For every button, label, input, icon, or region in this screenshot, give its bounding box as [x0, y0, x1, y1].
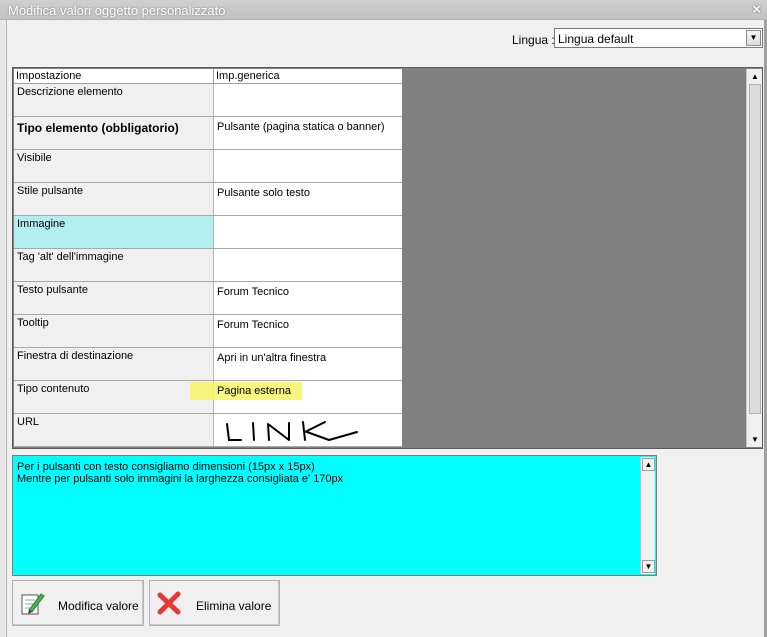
scroll-up-icon[interactable]: ▲ — [642, 458, 655, 471]
table-row[interactable]: Descrizione elemento — [14, 84, 402, 117]
header-impostazione[interactable]: Impostazione — [14, 69, 214, 84]
setting-name: Tooltip — [14, 315, 214, 347]
setting-value[interactable] — [214, 249, 402, 281]
window-title: Modifica valori oggetto personalizzato — [8, 3, 226, 18]
handwritten-link-scribble — [226, 421, 358, 441]
setting-value[interactable]: Pagina esterna — [190, 381, 402, 413]
grid-scrollbar[interactable]: ▲ ▼ — [746, 69, 762, 447]
chevron-down-icon[interactable]: ▼ — [746, 30, 761, 46]
setting-name: URL — [14, 414, 214, 446]
edit-value-button[interactable]: Modifica valore — [12, 580, 144, 626]
grid-header: Impostazione Imp.generica — [14, 69, 402, 84]
table-row[interactable]: Tag 'alt' dell'immagine — [14, 249, 402, 282]
setting-value[interactable] — [214, 150, 402, 182]
hint-line-2: Mentre per pulsanti solo immagini la lar… — [17, 473, 344, 485]
table-row[interactable]: Testo pulsante Forum Tecnico — [14, 282, 402, 315]
setting-value[interactable]: Apri in un'altra finestra — [214, 348, 402, 380]
setting-name: Tipo elemento (obbligatorio) — [14, 117, 214, 149]
setting-name: Finestra di destinazione — [14, 348, 214, 380]
setting-value[interactable] — [214, 414, 402, 446]
close-icon[interactable]: × — [752, 1, 761, 18]
table-row[interactable]: URL — [14, 414, 402, 447]
setting-value[interactable] — [214, 84, 402, 116]
setting-value[interactable] — [214, 216, 402, 248]
hint-textarea[interactable]: Per i pulsanti con testo consigliamo dim… — [12, 455, 657, 576]
edit-value-label: Modifica valore — [58, 599, 139, 613]
setting-value[interactable]: Pulsante solo testo — [214, 183, 402, 215]
setting-name: Immagine — [14, 216, 214, 248]
scroll-down-icon[interactable]: ▼ — [642, 560, 655, 573]
setting-value-text: Pagina esterna — [217, 385, 291, 397]
settings-grid-frame: Impostazione Imp.generica Descrizione el… — [12, 67, 763, 449]
setting-value[interactable]: Pulsante (pagina statica o banner) — [214, 117, 402, 149]
setting-name: Tipo contenuto — [14, 381, 214, 413]
title-bar: Modifica valori oggetto personalizzato × — [0, 0, 767, 20]
table-row[interactable]: Stile pulsante Pulsante solo testo — [14, 183, 402, 216]
left-border — [0, 20, 7, 637]
setting-value[interactable]: Forum Tecnico — [214, 315, 402, 347]
setting-name: Testo pulsante — [14, 282, 214, 314]
table-row[interactable]: Visibile — [14, 150, 402, 183]
table-row-selected[interactable]: Immagine — [14, 216, 402, 249]
table-row[interactable]: Tipo contenuto Pagina esterna — [14, 381, 402, 414]
table-row[interactable]: Finestra di destinazione Apri in un'altr… — [14, 348, 402, 381]
scroll-up-icon[interactable]: ▲ — [748, 70, 762, 83]
setting-name: Descrizione elemento — [14, 84, 214, 116]
setting-name: Visibile — [14, 150, 214, 182]
delete-value-button[interactable]: Elimina valore — [149, 580, 280, 626]
settings-grid: Impostazione Imp.generica Descrizione el… — [14, 69, 402, 447]
setting-name: Stile pulsante — [14, 183, 214, 215]
delete-value-label: Elimina valore — [196, 599, 272, 613]
hint-scrollbar[interactable]: ▲ ▼ — [640, 457, 655, 574]
setting-value[interactable]: Forum Tecnico — [214, 282, 402, 314]
language-select-value: Lingua default — [558, 32, 634, 46]
hint-line-1: Per i pulsanti con testo consigliamo dim… — [17, 461, 315, 473]
table-row[interactable]: Tipo elemento (obbligatorio) Pulsante (p… — [14, 117, 402, 150]
scroll-down-icon[interactable]: ▼ — [748, 433, 762, 446]
setting-name: Tag 'alt' dell'immagine — [14, 249, 214, 281]
red-x-icon — [157, 591, 181, 615]
language-label: Lingua : — [512, 33, 555, 47]
header-imp-generica[interactable]: Imp.generica — [214, 69, 402, 84]
scroll-thumb[interactable] — [749, 84, 761, 414]
pencil-notepad-icon — [21, 593, 45, 615]
language-select[interactable]: Lingua default ▼ — [554, 28, 763, 48]
table-row[interactable]: Tooltip Forum Tecnico — [14, 315, 402, 348]
